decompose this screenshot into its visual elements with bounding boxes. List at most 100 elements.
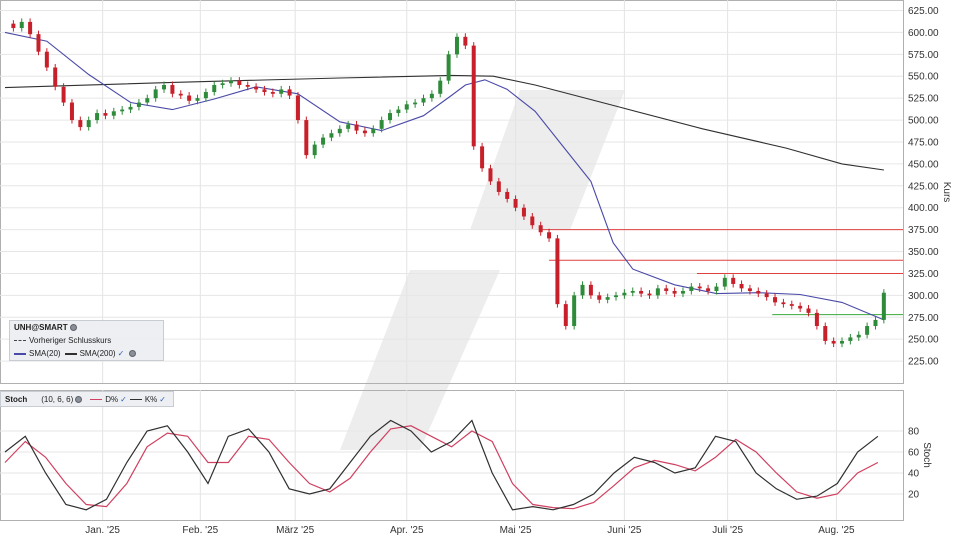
legend-symbol: UNH@SMART: [10, 321, 163, 334]
candle-body: [756, 290, 761, 294]
stoch-k-line: [4, 419, 879, 511]
candle-body: [789, 304, 794, 306]
y-tick-label: 625.00: [908, 6, 939, 17]
candle-body: [28, 21, 33, 35]
candle-body: [480, 146, 485, 169]
candle-body: [664, 288, 669, 291]
y-tick-label: 575.00: [908, 50, 939, 61]
candle-body: [279, 89, 284, 94]
candle-body: [44, 51, 49, 68]
candle-body: [396, 109, 401, 114]
stoch-tick-label: 80: [908, 427, 920, 438]
candle-body: [672, 290, 677, 294]
candle-body: [773, 297, 778, 303]
check-icon[interactable]: ✓: [120, 395, 127, 404]
main-legend: UNH@SMART Vorheriger Schlusskurs SMA(20)…: [9, 320, 164, 361]
candle-body: [488, 168, 493, 182]
candle-body: [421, 98, 426, 103]
candle-body: [262, 89, 267, 93]
y-tick-label: 600.00: [908, 28, 939, 39]
price-levels: [540, 229, 903, 316]
candle-body: [53, 67, 58, 87]
candle-body: [714, 286, 719, 291]
candle-body: [195, 98, 200, 101]
time-axis: Jan. '25 Feb. '25 März '25 Apr. '25 Mai '25 J…: [85, 525, 855, 536]
x-tick-label: Feb. '25: [182, 525, 218, 536]
candle-body: [747, 288, 752, 291]
sma200-swatch-icon: [64, 352, 77, 355]
candle-body: [254, 86, 259, 90]
candle-body: [329, 133, 334, 138]
x-tick-label: Aug. '25: [818, 525, 855, 536]
candle-body: [739, 283, 744, 289]
candle-body: [270, 92, 275, 94]
candle-body: [706, 288, 711, 291]
stoch-title: Stoch: [5, 394, 28, 404]
candle-body: [513, 198, 518, 208]
stoch-tick-label: 60: [908, 448, 920, 459]
candle-body: [831, 340, 836, 344]
candle-body: [86, 120, 91, 128]
x-tick-label: Apr. '25: [390, 525, 424, 536]
k-swatch-icon: [129, 398, 142, 400]
candle-body: [814, 312, 819, 327]
candle-body: [103, 113, 108, 116]
candle-body: [680, 290, 685, 294]
legend-prev-close: Vorheriger Schlusskurs: [10, 334, 163, 347]
x-tick-label: Juni '25: [607, 525, 642, 536]
candle-body: [337, 128, 342, 134]
legend-sma: SMA(20) SMA(200) ✓: [10, 347, 163, 360]
y-tick-label: 375.00: [908, 225, 939, 236]
candle-body: [178, 93, 183, 96]
candle-body: [496, 181, 501, 192]
candle-body: [840, 340, 844, 344]
y-tick-label: 425.00: [908, 181, 939, 192]
candle-body: [153, 89, 158, 99]
k-label: K%: [144, 394, 158, 404]
stoch-tick-label: 20: [908, 490, 920, 501]
chart-canvas: 225.00 250.00 275.00 300.00 325.00 350.00 375.…: [0, 0, 952, 536]
candle-body: [362, 130, 367, 134]
check-icon[interactable]: ✓: [159, 395, 166, 404]
d-swatch-icon: [90, 398, 103, 400]
price-axis: 225.00 250.00 275.00 300.00 325.00 350.00 375.…: [908, 6, 939, 368]
y-tick-label: 225.00: [908, 357, 939, 368]
candle-body: [295, 95, 300, 121]
candle-body: [346, 124, 351, 129]
candle-body: [136, 102, 141, 107]
candle-body: [321, 137, 326, 145]
sma20-swatch-icon: [14, 352, 26, 355]
candle-body: [95, 113, 100, 121]
candle-body: [187, 95, 192, 101]
settings-icon[interactable]: [69, 324, 77, 331]
candle-body: [128, 106, 133, 110]
settings-icon[interactable]: [75, 395, 83, 403]
candle-body: [429, 93, 434, 99]
candle-body: [856, 334, 861, 338]
y-tick-label: 525.00: [908, 94, 939, 105]
candle-body: [538, 225, 543, 233]
candle-body: [655, 288, 660, 296]
stoch-legend: Stoch (10, 6, 6) D% ✓ K% ✓: [0, 391, 174, 407]
stoch-params: (10, 6, 6): [41, 394, 74, 404]
y-tick-label: 275.00: [908, 313, 939, 324]
y-tick-label: 250.00: [908, 335, 939, 346]
candle-body: [806, 308, 811, 313]
stoch-lines: [4, 419, 879, 511]
candle-body: [555, 238, 560, 305]
candle-body: [521, 207, 526, 217]
y-tick-label: 300.00: [908, 291, 939, 302]
sma20-label: SMA(20): [29, 349, 61, 358]
candle-body: [304, 120, 309, 156]
settings-icon[interactable]: [129, 350, 137, 357]
candle-body: [438, 80, 443, 94]
prev-close-label: Vorheriger Schlusskurs: [29, 336, 112, 345]
stoch-tick-label: 40: [908, 469, 920, 480]
check-icon[interactable]: ✓: [118, 347, 125, 360]
y-tick-label: 475.00: [908, 137, 939, 148]
candle-body: [371, 128, 376, 134]
candle-body: [530, 216, 535, 226]
candle-body: [237, 80, 242, 86]
candle-body: [36, 34, 41, 52]
candle-body: [764, 293, 769, 298]
